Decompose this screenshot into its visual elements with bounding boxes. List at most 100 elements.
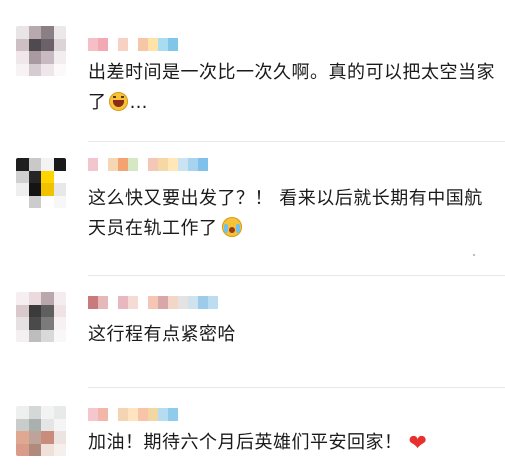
username-pixel: [128, 408, 138, 421]
username-pixel: [138, 158, 148, 171]
username-pixel: [168, 158, 178, 171]
avatar-pixel: [41, 170, 54, 183]
username-pixel: [118, 38, 128, 51]
username-pixel: [118, 296, 128, 309]
username-pixel: [138, 38, 148, 51]
avatar-pixel: [28, 158, 41, 171]
avatar-pixel: [53, 26, 66, 39]
avatar-pixel: [28, 51, 41, 64]
avatar-pixel: [41, 26, 54, 39]
username-pixel: [188, 158, 198, 171]
avatar-pixel: [53, 292, 66, 305]
username-pixel: [168, 38, 178, 51]
username-pixel: [138, 296, 148, 309]
username-pixel: [88, 408, 98, 421]
avatar-pixel: [28, 183, 41, 196]
avatar-pixel: [41, 304, 54, 317]
comment-text: 这么快又要出发了？！ 看来以后就长期有中国航天员在轨工作了: [88, 184, 498, 244]
avatar-pixel: [53, 170, 66, 183]
avatar-pixel: [53, 183, 66, 196]
ellipsis: …: [129, 92, 148, 113]
avatar-pixel: [16, 170, 29, 183]
avatar-pixel: [28, 431, 41, 444]
username-pixel: [148, 296, 158, 309]
username-pixel: [158, 158, 168, 171]
comment-item: 这行程有点紧密哈: [0, 276, 505, 388]
crying-face-icon: [221, 217, 242, 237]
username-pixel: [168, 408, 178, 421]
username-pixel: [178, 158, 188, 171]
heart-icon: ❤: [408, 431, 428, 456]
avatar-pixel: [28, 406, 41, 419]
comment-text: 出差时间是一次比一次久啊。真的可以把太空当家了…: [88, 58, 498, 118]
username-pixel: [88, 158, 98, 171]
avatar-pixel: [16, 38, 29, 51]
username-pixel: [158, 38, 168, 51]
divider-dot: [473, 254, 475, 256]
avatar[interactable]: [16, 158, 66, 208]
avatar-pixel: [53, 431, 66, 444]
avatar-pixel: [16, 292, 29, 305]
grinning-face-icon: [108, 92, 128, 111]
avatar-pixel: [53, 38, 66, 51]
username-pixel: [148, 38, 158, 51]
comment-item: 这么快又要出发了？！ 看来以后就长期有中国航天员在轨工作了: [0, 142, 505, 276]
avatar-pixel: [41, 63, 54, 76]
avatar-pixel: [53, 195, 66, 208]
username-pixel: [108, 408, 118, 421]
username-pixel: [98, 408, 108, 421]
comment-text-body: 加油！期待六个月后英雄们平安回家！: [88, 432, 403, 453]
username-pixel: [88, 296, 98, 309]
avatar-pixel: [28, 443, 41, 456]
avatar-pixel: [28, 170, 41, 183]
username-pixel: [168, 296, 178, 309]
username-pixel: [98, 296, 108, 309]
username-blurred[interactable]: [88, 38, 178, 51]
username-pixel: [98, 38, 108, 51]
avatar-pixel: [28, 63, 41, 76]
avatar-pixel: [53, 63, 66, 76]
avatar-pixel: [53, 158, 66, 171]
avatar-pixel: [53, 406, 66, 419]
avatar-pixel: [16, 329, 29, 342]
avatar-pixel: [41, 292, 54, 305]
username-pixel: [108, 158, 118, 171]
avatar-pixel: [16, 418, 29, 431]
username-pixel: [128, 296, 138, 309]
username-pixel: [188, 296, 198, 309]
avatar-pixel: [53, 317, 66, 330]
comment-text: 这行程有点紧密哈: [88, 320, 498, 350]
avatar-pixel: [16, 304, 29, 317]
username-blurred[interactable]: [88, 408, 178, 421]
username-pixel: [138, 408, 148, 421]
avatar[interactable]: [16, 406, 66, 456]
avatar-pixel: [28, 329, 41, 342]
avatar-pixel: [53, 443, 66, 456]
avatar-pixel: [53, 304, 66, 317]
avatar-pixel: [28, 195, 41, 208]
avatar-pixel: [16, 406, 29, 419]
avatar[interactable]: [16, 292, 66, 342]
avatar-pixel: [41, 443, 54, 456]
avatar-pixel: [16, 317, 29, 330]
avatar-pixel: [28, 292, 41, 305]
avatar-pixel: [41, 406, 54, 419]
username-pixel: [118, 408, 128, 421]
avatar-pixel: [16, 51, 29, 64]
avatar-pixel: [41, 158, 54, 171]
username-blurred[interactable]: [88, 158, 208, 171]
avatar-pixel: [41, 195, 54, 208]
comment-text-body: 出差时间是一次比一次久啊。真的可以把太空当家了: [88, 62, 495, 113]
comment-item: 出差时间是一次比一次久啊。真的可以把太空当家了…: [0, 0, 505, 142]
avatar-pixel: [16, 183, 29, 196]
avatar-pixel: [41, 431, 54, 444]
avatar[interactable]: [16, 26, 66, 76]
username-pixel: [128, 158, 138, 171]
comment-text: 加油！期待六个月后英雄们平安回家！ ❤: [88, 428, 498, 459]
avatar-pixel: [16, 431, 29, 444]
username-pixel: [118, 158, 128, 171]
avatar-pixel: [28, 26, 41, 39]
username-pixel: [98, 158, 108, 171]
avatar-pixel: [41, 329, 54, 342]
username-blurred[interactable]: [88, 296, 218, 309]
